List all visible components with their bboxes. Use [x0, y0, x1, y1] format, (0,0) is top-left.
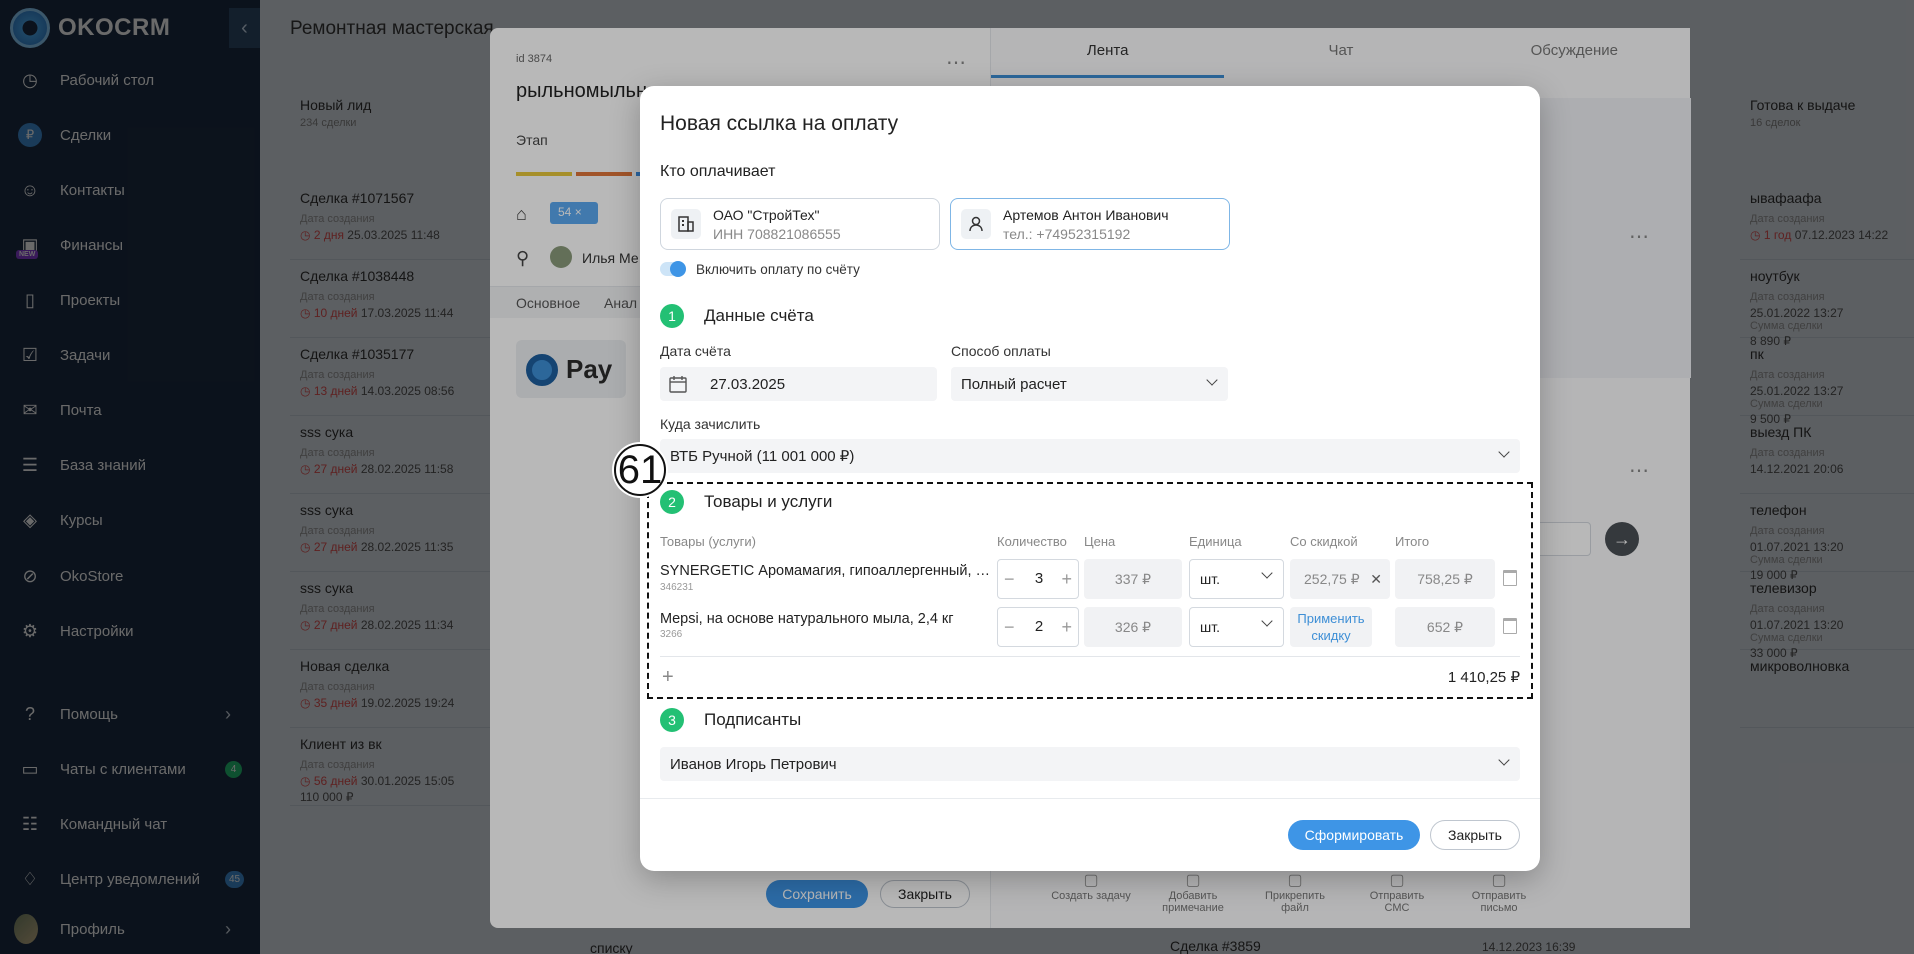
chevron-down-icon	[1206, 374, 1218, 386]
modal-title: Новая ссылка на оплату	[660, 112, 899, 135]
method-value: Полный расчет	[961, 375, 1067, 393]
account-select[interactable]: ВТБ Ручной (11 001 000 ₽)	[660, 439, 1520, 473]
trash-icon[interactable]	[1503, 618, 1517, 634]
discount-value: 252,75 ₽	[1304, 570, 1360, 587]
quantity-stepper[interactable]: − 3 +	[997, 559, 1079, 599]
discount-price-field[interactable]: 252,75 ₽ ✕	[1290, 559, 1390, 599]
date-value: 27.03.2025	[710, 375, 786, 393]
unit-value: шт.	[1200, 571, 1220, 587]
signer-select[interactable]: Иванов Игорь Петрович	[660, 747, 1520, 781]
col-header-qty: Количество	[997, 534, 1067, 549]
apply-discount-button[interactable]: Применить скидку	[1290, 607, 1372, 647]
signer-value: Иванов Игорь Петрович	[670, 755, 837, 773]
product-code: 3266	[660, 629, 683, 640]
col-header-price: Цена	[1084, 534, 1116, 549]
close-button[interactable]: Закрыть	[1430, 820, 1520, 850]
row-total: 758,25 ₽	[1395, 559, 1495, 599]
section-title: Подписанты	[704, 710, 802, 729]
add-item-icon[interactable]: +	[662, 666, 674, 689]
grand-total: 1 410,25 ₽	[1447, 669, 1520, 686]
product-name: SYNERGETIC Аромамагия, гипоаллергенный, …	[660, 563, 992, 579]
section-title: Товары и услуги	[704, 492, 833, 511]
step-number: 3	[660, 708, 684, 732]
trash-icon[interactable]	[1503, 570, 1517, 586]
person-icon	[961, 209, 991, 239]
product-name: Mepsi, на основе натурального мыла, 2,4 …	[660, 611, 954, 627]
account-label: Куда зачислить	[660, 416, 761, 432]
unit-select[interactable]: шт.	[1189, 607, 1284, 647]
price-field: 326 ₽	[1084, 607, 1182, 647]
building-icon	[671, 209, 701, 239]
invoice-toggle[interactable]	[660, 261, 686, 277]
payer-company[interactable]: ОАО "СтройТех" ИНН 708821086555	[660, 198, 940, 250]
row-total: 652 ₽	[1395, 607, 1495, 647]
divider	[640, 798, 1540, 799]
payment-method-select[interactable]: Полный расчет	[951, 367, 1228, 401]
clear-discount-icon[interactable]: ✕	[1370, 571, 1382, 588]
payer-sub: тел.: +74952315192	[1003, 226, 1131, 242]
step-number: 1	[660, 304, 684, 328]
callout-marker: 61	[614, 444, 666, 496]
unit-value: шт.	[1200, 619, 1220, 635]
chevron-down-icon	[1498, 754, 1510, 766]
col-header-discount: Со скидкой	[1290, 534, 1358, 549]
calendar-icon	[668, 374, 688, 398]
section-title: Данные счёта	[704, 306, 814, 325]
generate-button[interactable]: Сформировать	[1288, 820, 1420, 850]
chevron-down-icon	[1261, 615, 1273, 627]
date-field[interactable]: 27.03.2025	[660, 367, 937, 401]
chevron-down-icon	[1498, 446, 1510, 458]
payer-name: ОАО "СтройТех"	[713, 207, 820, 223]
divider	[660, 656, 1520, 657]
invoice-toggle-label: Включить оплату по счёту	[696, 262, 860, 277]
col-header-unit: Единица	[1189, 534, 1242, 549]
payer-sub: ИНН 708821086555	[713, 226, 841, 242]
payer-name: Артемов Антон Иванович	[1003, 207, 1169, 223]
payment-link-modal: Новая ссылка на оплату Кто оплачивает ОА…	[614, 86, 1540, 871]
price-field: 337 ₽	[1084, 559, 1182, 599]
product-code: 346231	[660, 582, 694, 593]
method-label: Способ оплаты	[951, 343, 1051, 359]
account-value: ВТБ Ручной (11 001 000 ₽)	[670, 448, 855, 465]
payer-label: Кто оплачивает	[660, 163, 776, 180]
payer-person[interactable]: Артемов Антон Иванович тел.: +7495231519…	[950, 198, 1230, 250]
date-label: Дата счёта	[660, 343, 731, 359]
plus-icon[interactable]: +	[1061, 569, 1072, 590]
unit-select[interactable]: шт.	[1189, 559, 1284, 599]
toggle-knob	[670, 261, 686, 277]
col-header-total: Итого	[1395, 534, 1430, 549]
step-number: 2	[660, 490, 684, 514]
chevron-down-icon	[1261, 567, 1273, 579]
col-header-items: Товары (услуги)	[660, 534, 756, 549]
quantity-stepper[interactable]: − 2 +	[997, 607, 1079, 647]
plus-icon[interactable]: +	[1061, 617, 1072, 638]
